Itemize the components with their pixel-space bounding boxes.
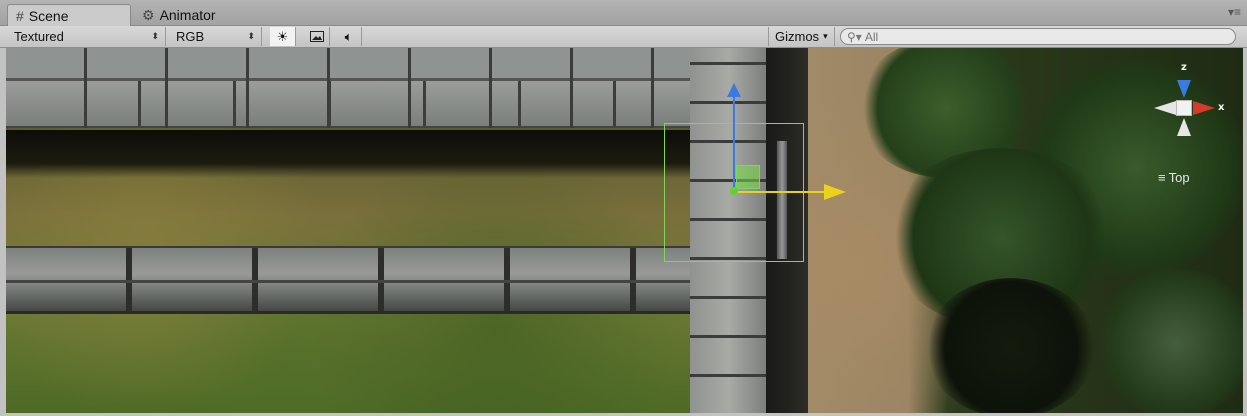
- menu-lines-icon: ≡: [1158, 170, 1166, 185]
- tab-animator-label: Animator: [159, 7, 216, 23]
- speaker-icon: 🔈︎: [344, 28, 353, 44]
- view-cube-icon[interactable]: [1176, 100, 1192, 116]
- render-mode-dropdown[interactable]: Textured ⬍: [8, 27, 166, 46]
- move-handle-yellow-axis[interactable]: [736, 191, 826, 193]
- color-mode-value: RGB: [176, 29, 205, 44]
- scene-lighting-toggle[interactable]: ☀: [270, 27, 296, 46]
- search-input[interactable]: [864, 29, 1225, 44]
- render-mode-value: Textured: [14, 29, 64, 44]
- tab-scene-label: Scene: [28, 7, 69, 24]
- animator-icon: ⚙: [142, 6, 155, 23]
- view-mode-text: Top: [1168, 170, 1190, 185]
- color-mode-dropdown[interactable]: RGB ⬍: [170, 27, 262, 46]
- stone-wall-bottom: [6, 246, 718, 314]
- image-icon: [309, 31, 324, 42]
- move-handle-blue-axis[interactable]: [733, 93, 735, 189]
- window-tab-bar: # Scene ⚙ Animator ▾≡: [0, 0, 1247, 26]
- tree-shadow: [926, 278, 1096, 413]
- updown-arrow-icon: ⬍: [151, 31, 159, 41]
- orientation-gizmo[interactable]: z x: [1146, 58, 1236, 158]
- tree-foliage: [1096, 268, 1243, 413]
- stone-wall-top: [6, 48, 696, 128]
- panel-menu-icon[interactable]: ▾≡: [1228, 6, 1241, 18]
- chevron-down-icon: ▾: [823, 31, 828, 41]
- z-axis-label: z: [1181, 62, 1187, 73]
- view-mode-label[interactable]: ≡ Top: [1158, 170, 1190, 185]
- x-axis-cone-icon[interactable]: [1193, 101, 1215, 115]
- arrow-up-icon[interactable]: [727, 83, 741, 97]
- arrow-right-icon[interactable]: [824, 184, 846, 200]
- stone-row: [6, 280, 718, 283]
- hierarchy-search[interactable]: ⚲▾: [840, 28, 1236, 45]
- gizmos-label: Gizmos: [775, 29, 820, 44]
- updown-arrow-icon: ⬍: [247, 31, 255, 41]
- grid-icon: #: [16, 7, 24, 24]
- scene-audio-toggle[interactable]: 🔈︎: [336, 27, 362, 46]
- tab-animator[interactable]: ⚙ Animator: [134, 4, 262, 26]
- move-plane-handle[interactable]: [736, 165, 760, 189]
- wall-shadow: [6, 130, 696, 178]
- neg-x-axis-cone-icon[interactable]: [1154, 101, 1176, 115]
- neg-z-axis-cone-icon[interactable]: [1177, 118, 1191, 136]
- x-axis-label: x: [1218, 102, 1225, 113]
- scene-toolbar: Textured ⬍ RGB ⬍ ☀ 🔈︎ Gizmos ▾ ⚲▾: [0, 26, 1247, 48]
- scene-effects-toggle[interactable]: [304, 27, 330, 46]
- scene-viewport[interactable]: z x ≡ Top: [6, 48, 1243, 413]
- z-axis-cone-icon[interactable]: [1177, 80, 1191, 98]
- gizmos-dropdown[interactable]: Gizmos ▾: [768, 27, 835, 46]
- sun-icon: ☀: [276, 28, 289, 44]
- search-icon: ⚲▾: [847, 29, 862, 44]
- stone-row: [46, 81, 696, 126]
- pivot-dot[interactable]: [730, 187, 738, 195]
- tab-scene[interactable]: # Scene: [7, 4, 131, 26]
